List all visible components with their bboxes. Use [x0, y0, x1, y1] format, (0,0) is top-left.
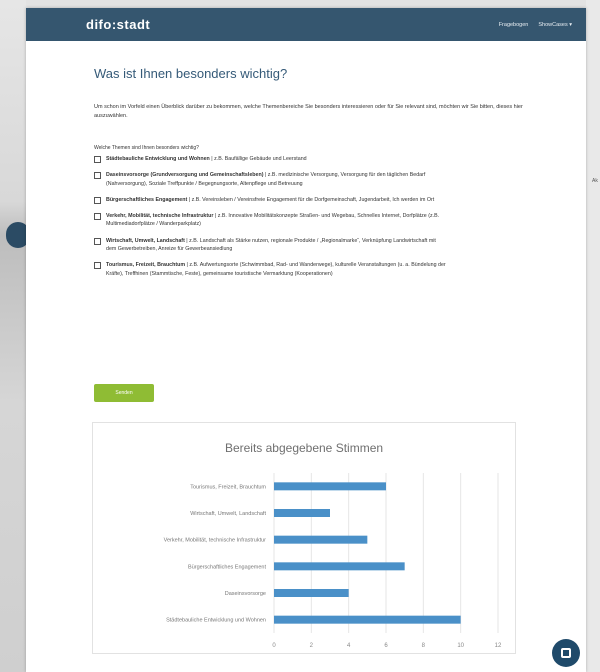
x-tick-label: 6: [384, 643, 388, 649]
checkbox[interactable]: [94, 172, 101, 180]
option-title: Bürgerschaftliches Engagement: [106, 196, 188, 203]
main-content: Was ist Ihnen besonders wichtig? Um scho…: [94, 66, 544, 402]
option-title: Daseinsvorsorge (Grundversorgung und Gem…: [106, 172, 264, 179]
x-tick-label: 8: [422, 643, 426, 649]
x-tick-label: 4: [347, 643, 351, 649]
top-navigation-bar: difo:stadt Fragebogen ShowCases ▾: [26, 8, 586, 41]
bar: [274, 535, 368, 544]
bar: [274, 509, 330, 517]
nav-link-fragebogen[interactable]: Fragebogen: [499, 22, 529, 28]
category-label: Tourismus, Freizeit, Brauchtum: [190, 484, 266, 490]
background-right: [586, 0, 600, 672]
nav-links: Fragebogen ShowCases ▾: [499, 22, 572, 28]
x-tick-label: 2: [310, 643, 314, 649]
checkbox[interactable]: [94, 213, 101, 221]
option-description: | z.B. Baufällige Gebäude und Leerstand: [209, 156, 307, 162]
browser-window: difo:stadt Fragebogen ShowCases ▾ Was is…: [26, 8, 586, 672]
side-tab[interactable]: Ak: [592, 178, 598, 184]
x-tick-label: 10: [457, 643, 464, 649]
option-title: Tourismus, Freizeit, Brauchtum: [106, 262, 186, 269]
question-label: Welche Themen sind Ihnen besonders wicht…: [94, 145, 199, 151]
x-tick-label: 0: [272, 643, 276, 649]
checkbox[interactable]: [94, 237, 101, 245]
category-label: Bürgerschaftliches Engagement: [188, 564, 266, 570]
category-label: Städtebauliche Entwicklung und Wohnen: [166, 618, 266, 624]
checkbox[interactable]: [94, 156, 101, 163]
bar: [274, 482, 386, 491]
bar: [274, 562, 405, 571]
option-wirtschaft[interactable]: Wirtschaft, Umwelt, Landschaft | z.B. La…: [94, 237, 544, 254]
option-daseinsvorsorge[interactable]: Daseinsvorsorge (Grundversorgung und Gem…: [94, 171, 544, 188]
option-engagement[interactable]: Bürgerschaftliches Engagement | z.B. Ver…: [94, 196, 544, 204]
category-label: Daseinsvorsorge: [225, 591, 266, 597]
background-left: [0, 0, 26, 672]
checkbox[interactable]: [94, 262, 101, 270]
option-description: | z.B. Vereinsleben / Vereinsfreie Engag…: [187, 196, 435, 203]
votes-bar-chart: 0 2 4 6 8 10 12 Tourismus, Freizeit, Brauchtum W…: [164, 473, 502, 649]
nav-link-showcases[interactable]: ShowCases ▾: [538, 22, 572, 28]
option-staedtebau[interactable]: Städtebauliche Entwicklung und Wohnen | …: [94, 155, 544, 163]
intro-text: Um schon im Vorfeld einen Überblick darü…: [94, 104, 523, 119]
category-label: Verkehr, Mobilität, technische Infrastru…: [164, 538, 267, 544]
option-title: Verkehr, Mobilität, technische Infrastru…: [106, 213, 214, 220]
site-logo[interactable]: difo:stadt: [86, 17, 150, 32]
chat-icon: [561, 648, 571, 658]
page-title: Was ist Ihnen besonders wichtig?: [94, 66, 288, 81]
option-title: Wirtschaft, Umwelt, Landschaft: [106, 237, 185, 244]
option-title: Städtebauliche Entwicklung und Wohnen: [106, 156, 210, 162]
send-button[interactable]: Senden: [94, 384, 154, 402]
bar: [274, 589, 349, 597]
category-label: Wirtschaft, Umwelt, Landschaft: [190, 511, 266, 517]
votes-chart-panel: Bereits abgegebene Stimmen 0 2 4 6 8 10 12 Tour…: [92, 422, 516, 654]
option-verkehr[interactable]: Verkehr, Mobilität, technische Infrastru…: [94, 212, 544, 229]
x-tick-label: 12: [495, 643, 502, 649]
bar: [274, 615, 461, 624]
background-top: [0, 0, 600, 8]
option-tourismus[interactable]: Tourismus, Freizeit, Brauchtum | z.B. Au…: [94, 261, 544, 278]
checkbox[interactable]: [94, 196, 101, 204]
chat-widget-button[interactable]: [552, 639, 580, 667]
